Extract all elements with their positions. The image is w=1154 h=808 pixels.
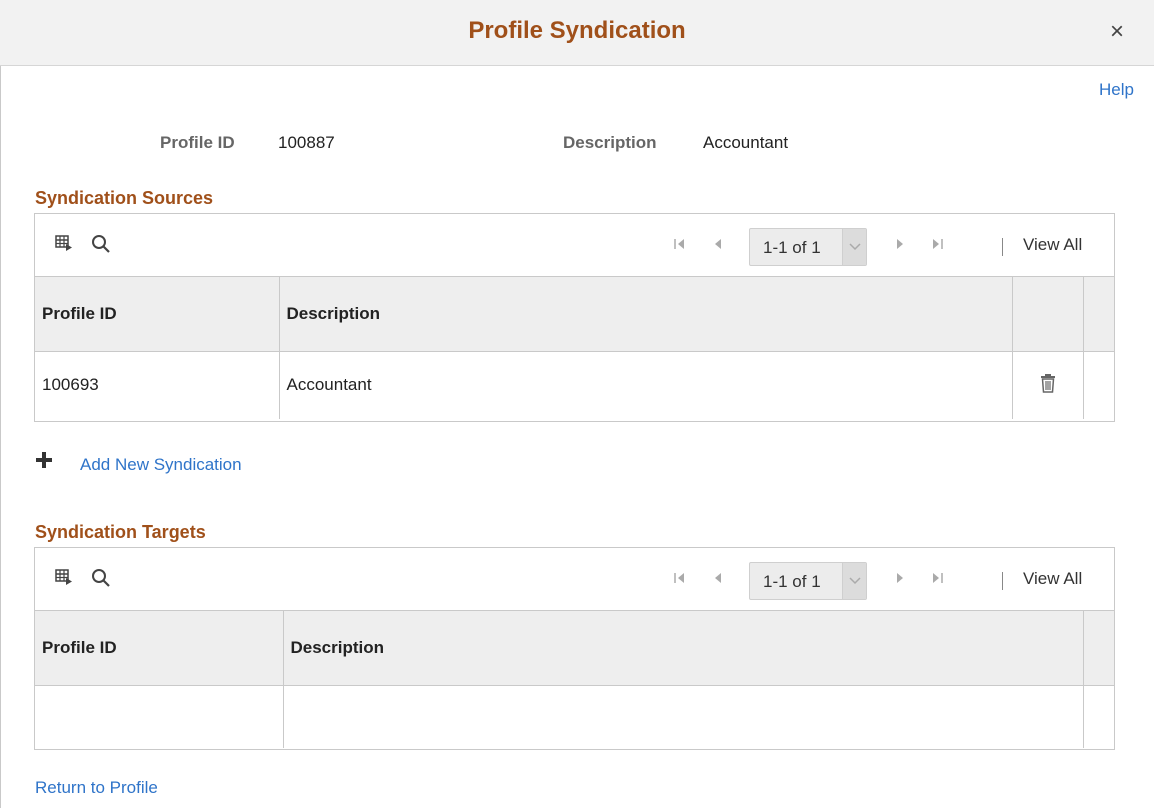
previous-page-icon[interactable]: [712, 570, 724, 591]
cell-profile-id[interactable]: [35, 685, 284, 748]
sources-grid: 1-1 of 1 View All Profile ID Description…: [34, 213, 1115, 422]
last-page-icon[interactable]: [930, 570, 944, 591]
sources-pager-select[interactable]: 1-1 of 1: [749, 228, 867, 266]
view-all-link[interactable]: View All: [1023, 569, 1082, 589]
next-page-icon[interactable]: [894, 570, 906, 591]
last-page-icon[interactable]: [930, 236, 944, 257]
table-header-row: Profile ID Description: [35, 277, 1114, 352]
add-new-syndication-link[interactable]: Add New Syndication: [80, 455, 242, 475]
column-header-delete: [1012, 277, 1084, 352]
targets-section-title: Syndication Targets: [35, 522, 206, 542]
pager-text: 1-1 of 1: [763, 238, 821, 257]
first-page-icon[interactable]: [673, 236, 687, 257]
search-icon[interactable]: [91, 568, 111, 593]
grid-personalize-icon[interactable]: [55, 234, 73, 257]
column-header-spacer: [1083, 277, 1114, 352]
description-value: Accountant: [703, 133, 789, 152]
delete-row-button[interactable]: [1012, 351, 1084, 419]
column-header-profile-id[interactable]: Profile ID: [35, 611, 284, 686]
sources-section-title: Syndication Sources: [35, 188, 214, 208]
profile-id-value: 100887: [278, 133, 335, 152]
trash-icon[interactable]: [1040, 373, 1056, 397]
dialog-title: Profile Syndication: [468, 17, 686, 44]
chevron-down-icon[interactable]: [842, 563, 866, 599]
cell-profile-id: 100693: [35, 351, 280, 419]
targets-toolbar: 1-1 of 1 View All: [35, 548, 1114, 611]
sources-toolbar: 1-1 of 1 View All: [35, 214, 1114, 277]
close-icon[interactable]: ×: [1106, 19, 1128, 45]
column-header-description[interactable]: Description: [283, 611, 1084, 686]
dialog-header: Profile Syndication ×: [0, 0, 1154, 66]
table-row: [35, 685, 1114, 748]
targets-table: Profile ID Description: [35, 611, 1114, 748]
first-page-icon[interactable]: [673, 570, 687, 591]
profile-id-label: Profile ID: [160, 133, 235, 152]
cell-description: Accountant: [279, 351, 1013, 419]
pager-text: 1-1 of 1: [763, 572, 821, 591]
targets-grid: 1-1 of 1 View All Profile ID Description: [34, 547, 1115, 750]
cell-description[interactable]: [283, 685, 1084, 748]
column-header-spacer: [1083, 611, 1114, 686]
toolbar-divider: [1002, 238, 1003, 256]
description-label: Description: [563, 133, 657, 152]
column-header-profile-id[interactable]: Profile ID: [35, 277, 280, 352]
table-row: 100693 Accountant: [35, 351, 1114, 419]
return-to-profile-link[interactable]: Return to Profile: [35, 778, 158, 798]
view-all-link[interactable]: View All: [1023, 235, 1082, 255]
cell-spacer: [1083, 351, 1114, 419]
grid-personalize-icon[interactable]: [55, 568, 73, 591]
next-page-icon[interactable]: [894, 236, 906, 257]
table-header-row: Profile ID Description: [35, 611, 1114, 686]
search-icon[interactable]: [91, 234, 111, 259]
targets-pager-select[interactable]: 1-1 of 1: [749, 562, 867, 600]
previous-page-icon[interactable]: [712, 236, 724, 257]
plus-icon[interactable]: [35, 451, 53, 474]
sources-table: Profile ID Description 100693 Accountant: [35, 277, 1114, 419]
chevron-down-icon[interactable]: [842, 229, 866, 265]
help-link[interactable]: Help: [1099, 80, 1134, 100]
toolbar-divider: [1002, 572, 1003, 590]
cell-spacer: [1083, 685, 1114, 748]
column-header-description[interactable]: Description: [279, 277, 1013, 352]
